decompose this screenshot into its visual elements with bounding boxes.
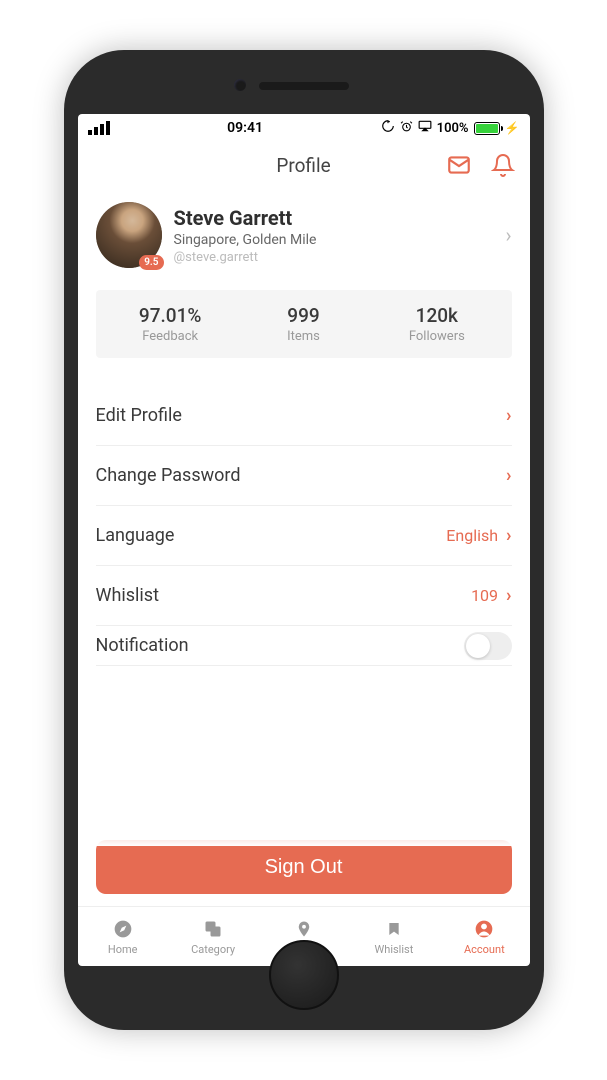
chevron-right-icon: › xyxy=(506,525,511,546)
profile-handle: @steve.garrett xyxy=(174,250,494,265)
airplay-icon xyxy=(418,120,432,136)
chevron-right-icon: › xyxy=(506,585,511,606)
rotation-lock-icon xyxy=(381,119,395,137)
content-area: 9.5 Steve Garrett Singapore, Golden Mile… xyxy=(78,188,530,840)
home-button[interactable] xyxy=(269,940,339,1010)
tab-whislist[interactable]: Whislist xyxy=(349,907,439,966)
stats-bar: 97.01% Feedback 999 Items 120k Followers xyxy=(96,290,512,358)
alarm-icon xyxy=(400,120,413,137)
mail-icon xyxy=(446,152,472,178)
page-header: Profile xyxy=(78,142,530,188)
menu-change-password[interactable]: Change Password › xyxy=(96,446,512,506)
profile-name: Steve Garrett xyxy=(174,206,494,230)
compass-icon xyxy=(112,918,134,940)
rating-badge: 9.5 xyxy=(139,255,163,270)
signal-icon xyxy=(88,121,110,135)
tab-category[interactable]: Category xyxy=(168,907,258,966)
battery-percent: 100% xyxy=(437,121,469,136)
settings-menu: Edit Profile › Change Password › Languag… xyxy=(96,386,512,666)
bookmark-icon xyxy=(383,918,405,940)
battery-icon xyxy=(474,122,500,135)
signout-area: Sign Out xyxy=(78,840,530,906)
layers-icon xyxy=(202,918,224,940)
menu-language[interactable]: Language English› xyxy=(96,506,512,566)
notification-toggle[interactable] xyxy=(464,632,512,660)
menu-edit-profile[interactable]: Edit Profile › xyxy=(96,386,512,446)
page-title: Profile xyxy=(276,154,330,177)
status-right: 100% ⚡ xyxy=(381,119,520,137)
charging-icon: ⚡ xyxy=(505,121,520,135)
bell-icon xyxy=(491,153,515,177)
chevron-right-icon: › xyxy=(506,465,511,486)
profile-card[interactable]: 9.5 Steve Garrett Singapore, Golden Mile… xyxy=(96,202,512,268)
profile-info: Steve Garrett Singapore, Golden Mile @st… xyxy=(174,206,494,265)
status-time: 09:41 xyxy=(227,120,263,136)
avatar: 9.5 xyxy=(96,202,162,268)
tab-home[interactable]: Home xyxy=(78,907,168,966)
menu-notification[interactable]: Notification xyxy=(96,626,512,666)
stat-followers[interactable]: 120k Followers xyxy=(370,304,503,344)
location-icon xyxy=(293,918,315,940)
stat-items[interactable]: 999 Items xyxy=(237,304,370,344)
menu-whislist[interactable]: Whislist 109› xyxy=(96,566,512,626)
screen: 09:41 100% ⚡ Profile 9.5 xyxy=(78,114,530,966)
signout-button[interactable]: Sign Out xyxy=(96,840,512,894)
phone-frame: 09:41 100% ⚡ Profile 9.5 xyxy=(64,50,544,1030)
chevron-right-icon: › xyxy=(506,405,511,426)
tab-account[interactable]: Account xyxy=(439,907,529,966)
user-icon xyxy=(473,918,495,940)
mail-button[interactable] xyxy=(444,150,474,180)
notifications-button[interactable] xyxy=(488,150,518,180)
chevron-right-icon: › xyxy=(505,223,511,247)
status-bar: 09:41 100% ⚡ xyxy=(78,114,530,142)
stat-feedback[interactable]: 97.01% Feedback xyxy=(104,304,237,344)
profile-location: Singapore, Golden Mile xyxy=(174,232,494,248)
